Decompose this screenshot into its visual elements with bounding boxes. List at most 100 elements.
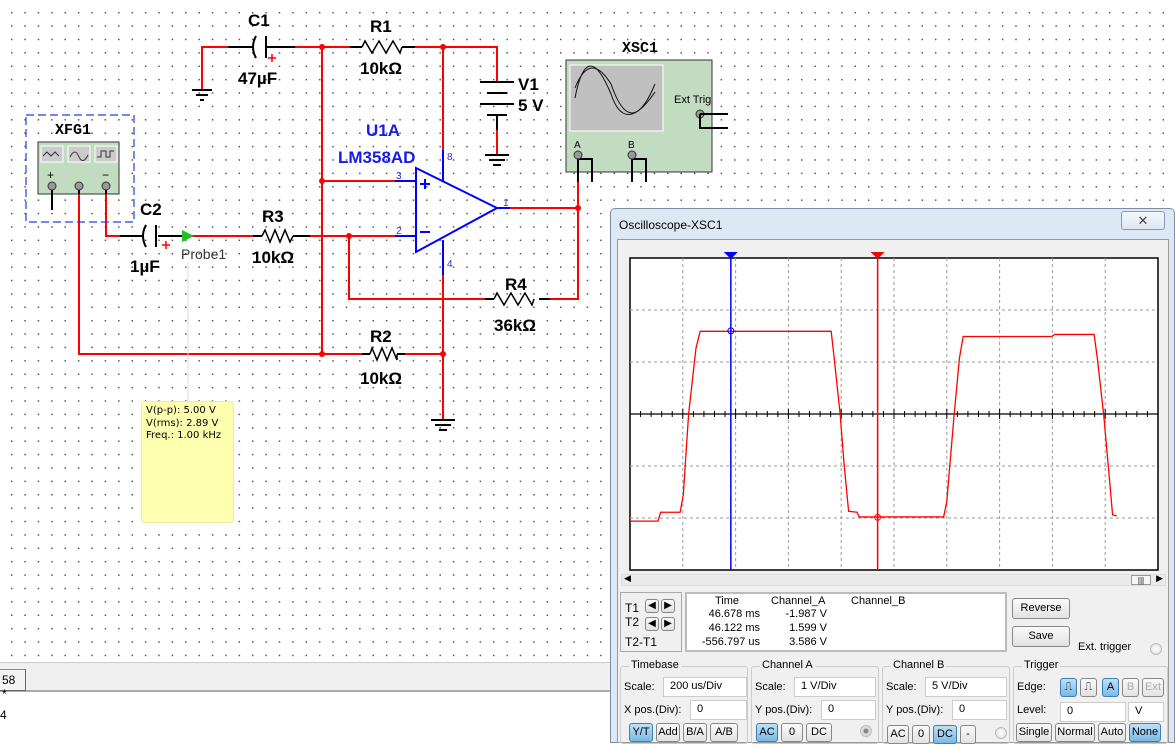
r4-label: R4 bbox=[505, 275, 527, 294]
cbmodes-button-ac[interactable]: AC bbox=[887, 725, 909, 744]
cursor-controls: T1 T2 T2-T1 ◀ ▶ ◀ ▶ bbox=[620, 592, 682, 652]
ext-trigger-radio[interactable] bbox=[1150, 643, 1162, 655]
oscilloscope-xsc1[interactable]: XSC1 Ext Trig A B bbox=[565, 40, 728, 182]
channel-b-color-radio[interactable] bbox=[995, 727, 1007, 739]
t2-channel-a: 1.599 V bbox=[789, 622, 827, 634]
trmodes-button-none[interactable]: None bbox=[1129, 723, 1161, 742]
document-tab[interactable]: 58 * bbox=[0, 669, 26, 701]
ch-b-label: B bbox=[628, 140, 635, 151]
rising-edge-icon[interactable]: ⎍ bbox=[1060, 678, 1077, 697]
r2-label: R2 bbox=[370, 327, 392, 346]
t1-channel-a: -1.987 V bbox=[785, 608, 827, 620]
header-channel-a: Channel_A bbox=[771, 595, 826, 607]
camodes-button-ac[interactable]: AC bbox=[756, 723, 778, 742]
tbmodes-button-ba[interactable]: B/A bbox=[683, 723, 707, 742]
trigger-level-unit[interactable]: V bbox=[1128, 702, 1164, 722]
pin-3: 3 bbox=[396, 171, 402, 182]
c1-label: C1 bbox=[248, 11, 270, 30]
channel-a-ypos-input[interactable]: 0 bbox=[821, 700, 876, 720]
svg-text:−: − bbox=[102, 168, 109, 182]
tbmodes-button-yt[interactable]: Y/T bbox=[629, 723, 653, 742]
t1-left-arrow-icon[interactable]: ◀ bbox=[645, 599, 659, 613]
timebase-scale-label: Scale: bbox=[624, 681, 655, 693]
trigger-group: Trigger Edge: ⎍ ⎍ A B Ext Level: 0 V Singl… bbox=[1013, 659, 1168, 744]
status-text: 4 bbox=[0, 708, 7, 722]
u1a-label: U1A bbox=[366, 121, 400, 140]
trmodes-button-auto[interactable]: Auto bbox=[1098, 723, 1126, 742]
trmodes-button-normal[interactable]: Normal bbox=[1055, 723, 1095, 742]
document-tab-bar: 58 * bbox=[0, 662, 612, 701]
r4-value: 36kΩ bbox=[494, 316, 536, 335]
timebase-group: Timebase Scale: 200 us/Div X pos.(Div): … bbox=[620, 659, 748, 744]
tbmodes-button-add[interactable]: Add bbox=[656, 723, 680, 742]
resistor-zigzags bbox=[261, 39, 535, 362]
scrollbar-thumb[interactable]: ||| bbox=[1131, 575, 1151, 585]
cbmodes-button-[interactable]: - bbox=[960, 725, 976, 744]
window-title: Oscilloscope-XSC1 bbox=[619, 218, 723, 232]
scope-screen[interactable] bbox=[624, 246, 1164, 578]
trigger-title: Trigger bbox=[1022, 659, 1061, 671]
channel-b-group: Channel B Scale: 5 V/Div Y pos.(Div): 0 … bbox=[882, 659, 1010, 744]
probe-freq: Freq.: 1.00 kHz bbox=[146, 430, 222, 441]
pin-4: 4 bbox=[447, 259, 453, 270]
v1-value: 5 V bbox=[518, 96, 544, 115]
horizontal-scrollbar[interactable]: ◀ ▶ ||| bbox=[621, 573, 1166, 586]
trmodes-button-single[interactable]: Single bbox=[1016, 723, 1052, 742]
level-label: Level: bbox=[1017, 704, 1047, 716]
timebase-title: Timebase bbox=[629, 659, 681, 671]
channel-a-color-radio[interactable] bbox=[860, 725, 872, 737]
probe-vrms: V(rms): 2.89 V bbox=[146, 417, 219, 429]
channel-a-scale-label: Scale: bbox=[755, 681, 786, 693]
save-button[interactable]: Save bbox=[1012, 626, 1070, 647]
t1-right-arrow-icon[interactable]: ▶ bbox=[661, 599, 675, 613]
ext-trig-label: Ext Trig bbox=[674, 94, 711, 106]
edge-label: Edge: bbox=[1017, 681, 1046, 693]
v1-label: V1 bbox=[518, 75, 539, 94]
timebase-scale-input[interactable]: 200 us/Div bbox=[663, 677, 747, 697]
opamp-u1a[interactable]: U1A LM358AD 8 3 2 1 4 bbox=[338, 121, 510, 275]
channel-a-scale-input[interactable]: 1 V/Div bbox=[794, 677, 876, 697]
r2-value: 10kΩ bbox=[360, 369, 402, 388]
c1-value: 47µF bbox=[238, 69, 277, 88]
camodes-button-dc[interactable]: DC bbox=[806, 723, 832, 742]
c2-label: C2 bbox=[140, 200, 162, 219]
trigger-level-input[interactable]: 0 bbox=[1060, 702, 1126, 722]
cbmodes-button-dc[interactable]: DC bbox=[933, 725, 957, 744]
camodes-button-0[interactable]: 0 bbox=[781, 723, 803, 742]
xpos-input[interactable]: 0 bbox=[690, 700, 747, 720]
channel-a-ypos-label: Y pos.(Div): bbox=[755, 704, 813, 716]
channel-b-scale-label: Scale: bbox=[886, 681, 917, 693]
c2-value: 1µF bbox=[130, 257, 160, 276]
t2-right-arrow-icon[interactable]: ▶ bbox=[661, 617, 675, 631]
xpos-label: X pos.(Div): bbox=[624, 704, 682, 716]
trsrc-button-b[interactable]: B bbox=[1122, 678, 1139, 697]
probe-readout-tooltip: V(p-p): 5.00 V V(rms): 2.89 V Freq.: 1.0… bbox=[141, 401, 234, 523]
cbmodes-button-0[interactable]: 0 bbox=[912, 725, 930, 744]
ch-a-label: A bbox=[574, 140, 581, 151]
trsrc-button-a[interactable]: A bbox=[1102, 678, 1119, 697]
trsrc-button-ext[interactable]: Ext bbox=[1142, 678, 1164, 697]
probe1[interactable]: Probe1 bbox=[181, 230, 226, 401]
channel-b-ypos-input[interactable]: 0 bbox=[952, 700, 1007, 720]
pin-2: 2 bbox=[396, 226, 402, 237]
channel-b-scale-input[interactable]: 5 V/Div bbox=[925, 677, 1007, 697]
falling-edge-icon[interactable]: ⎍ bbox=[1080, 678, 1097, 697]
cursor-readout: Time Channel_A Channel_B 46.678 ms -1.98… bbox=[685, 592, 1007, 652]
r1-label: R1 bbox=[370, 17, 392, 36]
reverse-button[interactable]: Reverse bbox=[1012, 598, 1070, 619]
channel-a-title: Channel A bbox=[760, 659, 815, 671]
tbmodes-button-ab[interactable]: A/B bbox=[710, 723, 738, 742]
probe-vpp: V(p-p): 5.00 V bbox=[146, 405, 216, 416]
ext-trigger-label: Ext. trigger bbox=[1078, 641, 1132, 653]
close-button[interactable]: ✕ bbox=[1121, 211, 1165, 230]
wires bbox=[78, 46, 579, 420]
probe-label: Probe1 bbox=[181, 246, 226, 262]
t2-left-arrow-icon[interactable]: ◀ bbox=[645, 617, 659, 631]
u1a-part: LM358AD bbox=[338, 148, 415, 167]
r3-label: R3 bbox=[262, 207, 284, 226]
xfg1-label: XFG1 bbox=[55, 122, 91, 139]
header-channel-b: Channel_B bbox=[851, 595, 906, 607]
svg-text:+: + bbox=[47, 168, 54, 182]
t2-t1-label: T2-T1 bbox=[625, 635, 658, 649]
t2-label: T2 bbox=[625, 615, 640, 629]
